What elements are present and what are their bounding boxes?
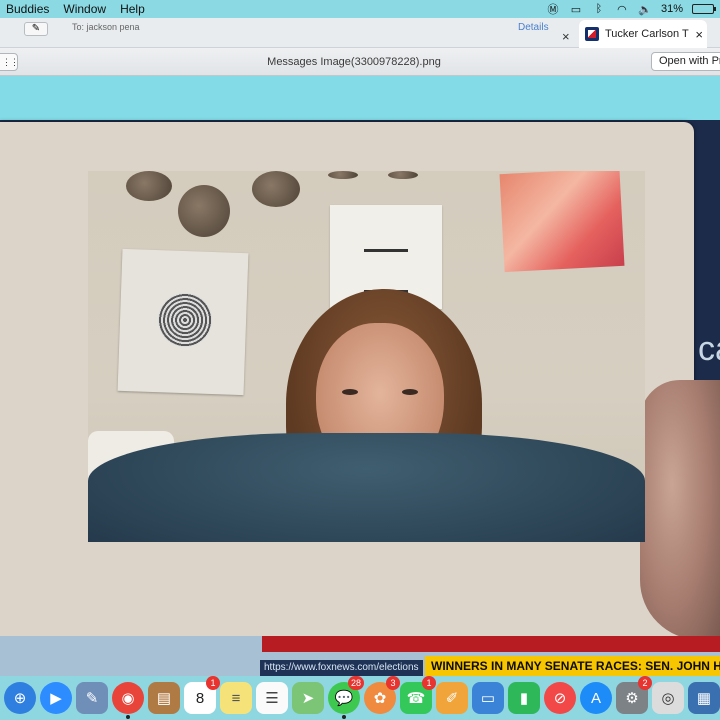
background-browser-bottom: https://www.foxnews.com/elections WINNER… [0, 636, 720, 676]
airplay-icon[interactable]: ▭ [569, 3, 583, 16]
dock-glyph: ⊘ [553, 690, 567, 707]
tab-close-icon[interactable]: × [562, 29, 570, 44]
numbers-icon[interactable]: ▮ [508, 682, 540, 714]
battery-icon[interactable] [692, 4, 716, 14]
chrome-icon[interactable]: ◉ [112, 682, 144, 719]
menu-bar-items: Buddies Window Help [0, 2, 152, 16]
status-area: Ⓜ ▭ ᛒ ◠ 🔈 31% [546, 3, 720, 16]
photo-sweater [88, 433, 645, 542]
compose-icon[interactable]: ✎ [24, 22, 48, 36]
running-indicator [342, 715, 346, 719]
photo-poster-left [117, 248, 249, 396]
quicklook-title: Messages Image(3300978228).png [267, 55, 441, 68]
reminders-icon[interactable]: ☰ [256, 682, 288, 714]
photo-eye-right [402, 389, 418, 395]
malwarebytes-icon[interactable]: Ⓜ [546, 3, 560, 16]
tab-title: Tucker Carlson T [605, 28, 689, 40]
menu-help[interactable]: Help [113, 2, 152, 16]
dock-glyph: ≡ [231, 689, 241, 707]
photo-mandala [157, 292, 213, 348]
dock-glyph: ⊕ [13, 690, 27, 707]
extra-app-icon[interactable]: ▦ [688, 682, 720, 714]
menu-bar: Buddies Window Help Ⓜ ▭ ᛒ ◠ 🔈 31% [0, 0, 720, 18]
photo-pan-2 [178, 185, 230, 237]
app-store-icon[interactable]: A [580, 682, 612, 714]
photo-poster-drawing [364, 249, 408, 293]
menu-buddies[interactable]: Buddies [0, 2, 56, 16]
dock-glyph: ☎ [406, 690, 426, 707]
notification-badge: 1 [206, 676, 220, 690]
facetime-icon[interactable]: ☎ 1 [400, 676, 436, 714]
notification-badge: 28 [347, 676, 364, 690]
dock-glyph: ✿ [373, 690, 387, 707]
dock-glyph: ▮ [519, 690, 529, 707]
status-url: https://www.foxnews.com/elections [260, 660, 423, 676]
details-link[interactable]: Details [518, 22, 549, 33]
fox-news-favicon-icon [585, 27, 599, 41]
notebook-icon[interactable]: ▤ [148, 682, 180, 714]
screenshot-icon[interactable]: ◎ [652, 682, 684, 714]
battery-percent[interactable]: 31% [661, 3, 683, 15]
open-with-preview-button[interactable]: Open with Pr [651, 52, 720, 71]
message-to-field: To: jackson pena [72, 22, 140, 32]
notification-badge: 2 [638, 676, 652, 690]
running-indicator [126, 715, 130, 719]
news-ticker: WINNERS IN MANY SENATE RACES: SEN. JOHN … [425, 656, 720, 676]
dock-glyph: ▭ [480, 690, 496, 707]
keynote-icon[interactable]: ▭ [472, 682, 504, 714]
dock-glyph: A [590, 689, 601, 707]
zoom-icon[interactable]: ▶ [40, 682, 72, 714]
quicklook-toolbar: ⋮⋮⋮ Messages Image(3300978228).png Open … [0, 48, 720, 76]
hand-shape [640, 380, 720, 640]
photo-pan-1 [126, 171, 172, 201]
dock-glyph: 8 [195, 689, 205, 707]
photo-pan-3 [252, 171, 300, 207]
volume-icon[interactable]: 🔈 [638, 3, 652, 16]
window-background-band [0, 76, 720, 120]
notification-badge: 3 [386, 676, 400, 690]
news-icon[interactable]: ⊘ [544, 682, 576, 714]
dock-glyph: ☰ [265, 690, 279, 707]
pages-icon[interactable]: ✐ [436, 682, 468, 714]
dock-glyph: ⚙ [625, 690, 639, 707]
maps-icon[interactable]: ➤ [292, 682, 324, 714]
dock-glyph: ✎ [85, 690, 99, 707]
dock-glyph: ▦ [696, 690, 712, 707]
webcam-photo [88, 171, 645, 542]
dock-glyph: ◎ [661, 690, 675, 707]
notification-badge: 1 [422, 676, 436, 690]
wifi-icon[interactable]: ◠ [615, 3, 629, 16]
news-red-bar [262, 636, 720, 652]
dock-glyph: ▶ [50, 690, 62, 707]
bluetooth-icon[interactable]: ᛒ [592, 3, 606, 15]
background-partial-text: ca [698, 330, 720, 368]
photo-poster-right [499, 171, 625, 273]
menu-window[interactable]: Window [56, 2, 113, 16]
preview-icon[interactable]: ✎ [76, 682, 108, 714]
background-browser-tabstrip: ✎ To: jackson pena Details × Tucker Carl… [0, 18, 720, 48]
notes-icon[interactable]: ≡ [220, 682, 252, 714]
photo-pan-5 [388, 171, 418, 179]
dock-glyph: ✐ [445, 690, 459, 707]
close-icon[interactable]: × [695, 27, 707, 42]
photo-eye-left [342, 389, 358, 395]
dock: ⊕ ▶ ✎ ◉ ▤ 8 1 ≡ ☰ ➤ 💬 28 ✿ 3 ☎ 1 ✐ ▭ ▮ ⊘ A ⚙ 2 ◎ ▦ [0, 676, 720, 720]
safari-icon[interactable]: ⊕ [4, 682, 36, 714]
photos-icon[interactable]: ✿ 3 [364, 676, 400, 714]
dock-glyph: ◉ [121, 690, 135, 707]
browser-tab-tucker-carlson[interactable]: Tucker Carlson T × [579, 20, 707, 48]
dock-glyph: ▤ [156, 690, 172, 707]
dock-glyph: ➤ [301, 690, 315, 707]
dock-glyph: 💬 [334, 690, 354, 707]
calendar-icon[interactable]: 81 [184, 676, 220, 714]
photo-pan-4 [328, 171, 358, 179]
messages-icon[interactable]: 💬 28 [328, 676, 364, 719]
system-preferences-icon[interactable]: ⚙ 2 [616, 676, 652, 714]
